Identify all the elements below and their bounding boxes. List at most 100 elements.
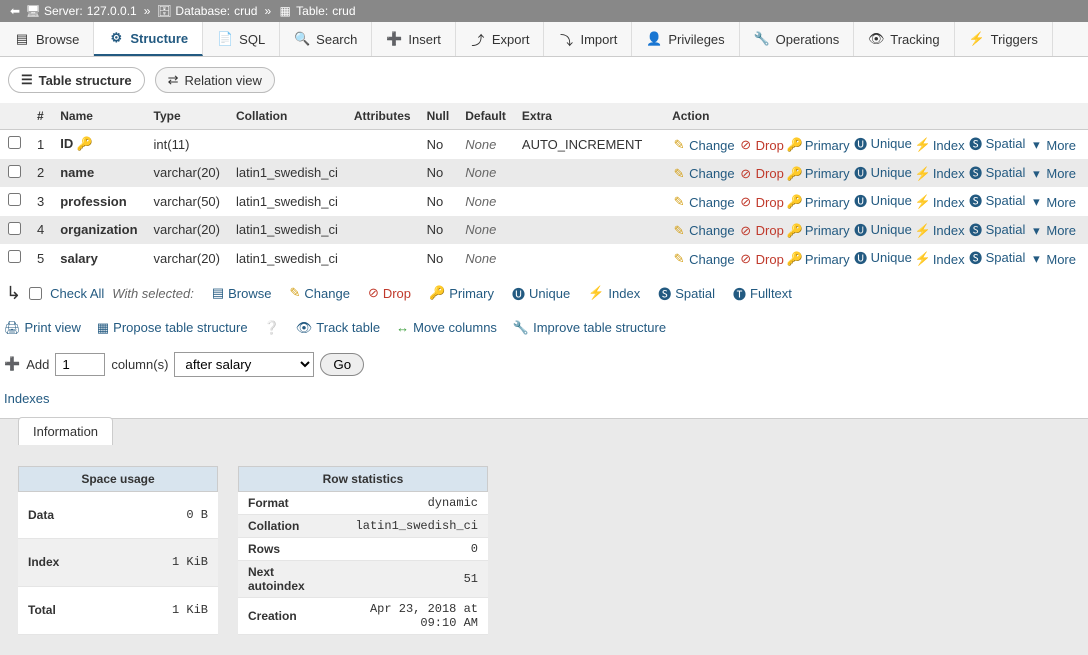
tab-tracking[interactable]: 👁Tracking: [854, 22, 954, 56]
col-default: None: [457, 216, 514, 245]
spatial-link[interactable]: 🅢Spatial: [969, 193, 1026, 208]
move-columns-link[interactable]: ↔Move columns: [396, 320, 497, 335]
track-table-link[interactable]: 👁Track table: [296, 320, 380, 336]
row-checkbox[interactable]: [8, 136, 21, 149]
primary-link[interactable]: 🔑Primary: [788, 166, 850, 181]
primary-link[interactable]: 🔑Primary: [788, 138, 850, 153]
drop-link[interactable]: ⊘Drop: [739, 252, 784, 267]
home-icon[interactable]: ⬅: [8, 4, 22, 18]
index-link[interactable]: ⚡Index: [916, 223, 965, 238]
change-link[interactable]: ✎Change: [672, 138, 735, 153]
tab-privileges[interactable]: 👤Privileges: [632, 22, 739, 56]
help-icon[interactable]: ❔: [264, 320, 280, 336]
tab-search[interactable]: 🔍Search: [280, 22, 372, 56]
drop-link[interactable]: ⊘Drop: [739, 166, 784, 181]
creation-label: Creation: [238, 597, 326, 634]
unique-link[interactable]: 🅤Unique: [854, 165, 912, 180]
drop-link[interactable]: ⊘Drop: [739, 223, 784, 238]
index-link[interactable]: ⚡Index: [916, 166, 965, 181]
indexes-link[interactable]: Indexes: [4, 391, 50, 406]
checkall-link[interactable]: Check All: [50, 286, 104, 301]
ws-unique[interactable]: 🅤Unique: [512, 284, 570, 303]
tab-export[interactable]: ⤴Export: [456, 22, 545, 56]
col-num: 2: [29, 159, 52, 188]
ws-change[interactable]: ✎Change: [289, 285, 349, 301]
add-count-input[interactable]: [55, 353, 105, 376]
table-link[interactable]: crud: [332, 4, 355, 18]
index-link[interactable]: ⚡Index: [916, 138, 965, 153]
pencil-icon: ✎: [289, 285, 300, 301]
subtab-table-structure[interactable]: ☰Table structure: [8, 67, 145, 93]
unique-link[interactable]: 🅤Unique: [854, 136, 912, 151]
more-link[interactable]: ▾More: [1029, 223, 1076, 238]
row-checkbox[interactable]: [8, 250, 21, 263]
col-attributes: [346, 187, 419, 216]
change-link[interactable]: ✎Change: [672, 166, 735, 181]
propose-link[interactable]: ▦Propose table structure: [97, 320, 248, 336]
unique-link[interactable]: 🅤Unique: [854, 250, 912, 265]
tab-structure[interactable]: ⚙Structure: [94, 22, 203, 56]
col-attributes: [346, 159, 419, 188]
unique-link[interactable]: 🅤Unique: [854, 222, 912, 237]
col-num: 4: [29, 216, 52, 245]
table-label: Table:: [296, 4, 328, 18]
chevron-down-icon: ▾: [1029, 224, 1043, 238]
index-link[interactable]: ⚡Index: [916, 195, 965, 210]
space-usage-caption: Space usage: [18, 466, 218, 492]
change-link[interactable]: ✎Change: [672, 195, 735, 210]
primary-link[interactable]: 🔑Primary: [788, 252, 850, 267]
more-link[interactable]: ▾More: [1029, 252, 1076, 267]
tab-browse[interactable]: ▤Browse: [0, 22, 94, 56]
database-link[interactable]: crud: [234, 4, 257, 18]
linkbar: 🖨Print view ▦Propose table structure ❔ 👁…: [0, 314, 1088, 342]
more-link[interactable]: ▾More: [1029, 166, 1076, 181]
tab-triggers[interactable]: ⚡Triggers: [955, 22, 1053, 56]
pencil-icon: ✎: [672, 138, 686, 152]
tab-sql[interactable]: 📄SQL: [203, 22, 280, 56]
ws-primary[interactable]: 🔑Primary: [429, 285, 494, 301]
spatial-icon: 🅢: [969, 137, 983, 151]
row-checkbox[interactable]: [8, 193, 21, 206]
change-link[interactable]: ✎Change: [672, 252, 735, 267]
ws-spatial[interactable]: 🅢Spatial: [658, 284, 715, 303]
go-button[interactable]: Go: [320, 353, 364, 376]
ws-index[interactable]: ⚡Index: [588, 285, 640, 301]
ws-browse[interactable]: ▤Browse: [212, 285, 272, 301]
chevron-down-icon: ▾: [1029, 138, 1043, 152]
ws-fulltext[interactable]: 🅣Fulltext: [733, 284, 792, 303]
spatial-link[interactable]: 🅢Spatial: [969, 165, 1026, 180]
tab-operations[interactable]: 🔧Operations: [740, 22, 855, 56]
tab-import[interactable]: ⤵Import: [544, 22, 632, 56]
add-position-select[interactable]: after salary: [174, 352, 314, 377]
spatial-link[interactable]: 🅢Spatial: [969, 222, 1026, 237]
server-link[interactable]: 127.0.0.1: [87, 4, 137, 18]
improve-link[interactable]: 🔧Improve table structure: [513, 320, 666, 336]
checkall-checkbox[interactable]: [29, 287, 42, 300]
index-link[interactable]: ⚡Index: [916, 252, 965, 267]
drop-icon: ⊘: [368, 285, 379, 301]
row-checkbox[interactable]: [8, 222, 21, 235]
change-link[interactable]: ✎Change: [672, 223, 735, 238]
row-stats-caption: Row statistics: [238, 466, 488, 492]
primary-link[interactable]: 🔑Primary: [788, 195, 850, 210]
col-name: organization: [52, 216, 145, 245]
information-tab[interactable]: Information: [18, 417, 113, 445]
spatial-link[interactable]: 🅢Spatial: [969, 250, 1026, 265]
chevron-down-icon: ▾: [1029, 167, 1043, 181]
subtab-relation-view[interactable]: ⇄Relation view: [155, 67, 275, 93]
drop-link[interactable]: ⊘Drop: [739, 138, 784, 153]
tab-insert[interactable]: ➕Insert: [372, 22, 456, 56]
drop-link[interactable]: ⊘Drop: [739, 195, 784, 210]
print-view-link[interactable]: 🖨Print view: [4, 320, 81, 336]
primary-link[interactable]: 🔑Primary: [788, 223, 850, 238]
header-collation: Collation: [228, 103, 346, 130]
unique-link[interactable]: 🅤Unique: [854, 193, 912, 208]
spatial-link[interactable]: 🅢Spatial: [969, 136, 1026, 151]
unique-icon: 🅤: [512, 284, 525, 303]
row-checkbox[interactable]: [8, 165, 21, 178]
ws-drop[interactable]: ⊘Drop: [368, 285, 411, 301]
more-link[interactable]: ▾More: [1029, 138, 1076, 153]
import-icon: ⤵: [558, 31, 574, 47]
chevron-down-icon: ▾: [1029, 195, 1043, 209]
more-link[interactable]: ▾More: [1029, 195, 1076, 210]
